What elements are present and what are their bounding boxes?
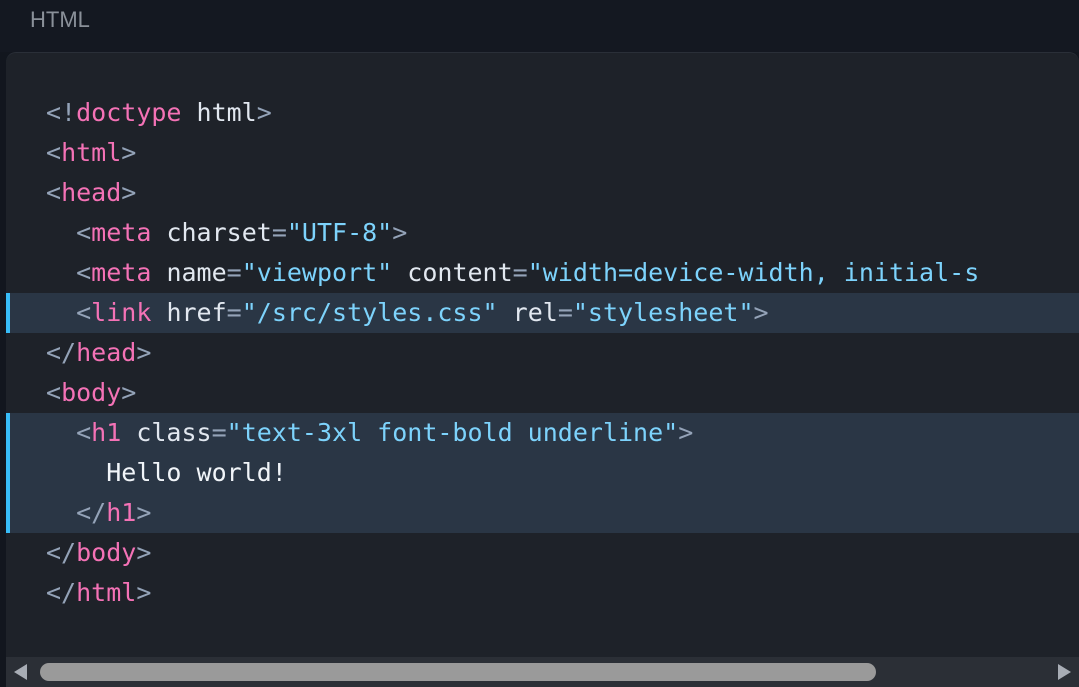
code-token: > <box>256 98 272 127</box>
code-line: </html> <box>6 573 1079 613</box>
code-token: > <box>753 298 769 327</box>
code-line: <link href="/src/styles.css" rel="styles… <box>6 293 1079 333</box>
code-line: <h1 class="text-3xl font-bold underline"… <box>6 413 1079 453</box>
code-token: = <box>226 298 242 327</box>
code-token: body <box>61 378 122 407</box>
horizontal-scrollbar[interactable] <box>6 657 1079 687</box>
code-token: </ <box>46 338 77 367</box>
code-token: < <box>76 218 92 247</box>
code-token: < <box>46 378 62 407</box>
code-token: h1 <box>106 498 137 527</box>
scrollbar-thumb[interactable] <box>40 663 876 681</box>
code-token: < <box>76 418 92 447</box>
code-line: </body> <box>6 533 1079 573</box>
code-token: h1 <box>91 418 122 447</box>
code-token: "UTF-8" <box>286 218 393 247</box>
scroll-right-icon[interactable] <box>1058 664 1071 680</box>
code-token: html <box>181 98 257 127</box>
code-token: link <box>91 298 152 327</box>
code-token: < <box>76 258 92 287</box>
code-line: <body> <box>6 373 1079 413</box>
code-token: html <box>76 578 137 607</box>
code-token: < <box>76 298 92 327</box>
tab-html[interactable]: HTML <box>30 6 90 34</box>
code-token: "text-3xl font-bold underline" <box>226 418 679 447</box>
code-token: </ <box>46 538 77 567</box>
code-line: <meta charset="UTF-8"> <box>6 213 1079 253</box>
code-token: > <box>121 378 137 407</box>
code-token: = <box>557 298 573 327</box>
code-token: class <box>121 418 212 447</box>
code-token: html <box>61 138 122 167</box>
code-token: <! <box>46 98 77 127</box>
code-token: = <box>226 258 242 287</box>
code-token: "width=device-width, initial-s <box>527 258 980 287</box>
code-token: "/src/styles.css" <box>241 298 498 327</box>
code-token: > <box>136 538 152 567</box>
code-token: head <box>61 178 122 207</box>
code-line: <!doctype html> <box>6 93 1079 133</box>
code-token: < <box>46 178 62 207</box>
code-token: "stylesheet" <box>572 298 754 327</box>
code-token: doctype <box>76 98 182 127</box>
code-token: charset <box>151 218 272 247</box>
code-line: <head> <box>6 173 1079 213</box>
code-line: </h1> <box>6 493 1079 533</box>
code-token: Hello world! <box>106 458 287 487</box>
code-token: </ <box>46 578 77 607</box>
code-token: = <box>211 418 227 447</box>
code-line: Hello world! <box>6 453 1079 493</box>
code-token: > <box>121 178 137 207</box>
scroll-left-icon[interactable] <box>14 664 27 680</box>
code-token: > <box>678 418 694 447</box>
code-token: > <box>136 578 152 607</box>
code-token: </ <box>76 498 107 527</box>
code-token: meta <box>91 218 152 247</box>
code-token: body <box>76 538 137 567</box>
code-token: rel <box>497 298 558 327</box>
code-token: "viewport" <box>241 258 393 287</box>
tab-bar: HTML <box>0 0 1079 52</box>
code-token: < <box>46 138 62 167</box>
code-token: head <box>76 338 137 367</box>
code-token: > <box>392 218 408 247</box>
code-token: = <box>512 258 528 287</box>
code-token: > <box>136 338 152 367</box>
code-block: <!doctype html> <html> <head> <meta charse… <box>6 93 1079 613</box>
code-panel: <!doctype html> <html> <head> <meta charse… <box>6 52 1079 687</box>
code-token: > <box>121 138 137 167</box>
code-token: name <box>151 258 227 287</box>
code-token: = <box>271 218 287 247</box>
code-token: meta <box>91 258 152 287</box>
code-line: </head> <box>6 333 1079 373</box>
code-line: <html> <box>6 133 1079 173</box>
code-token: > <box>136 498 152 527</box>
code-token: href <box>151 298 227 327</box>
code-line: <meta name="viewport" content="width=dev… <box>6 253 1079 293</box>
code-token: content <box>392 258 513 287</box>
